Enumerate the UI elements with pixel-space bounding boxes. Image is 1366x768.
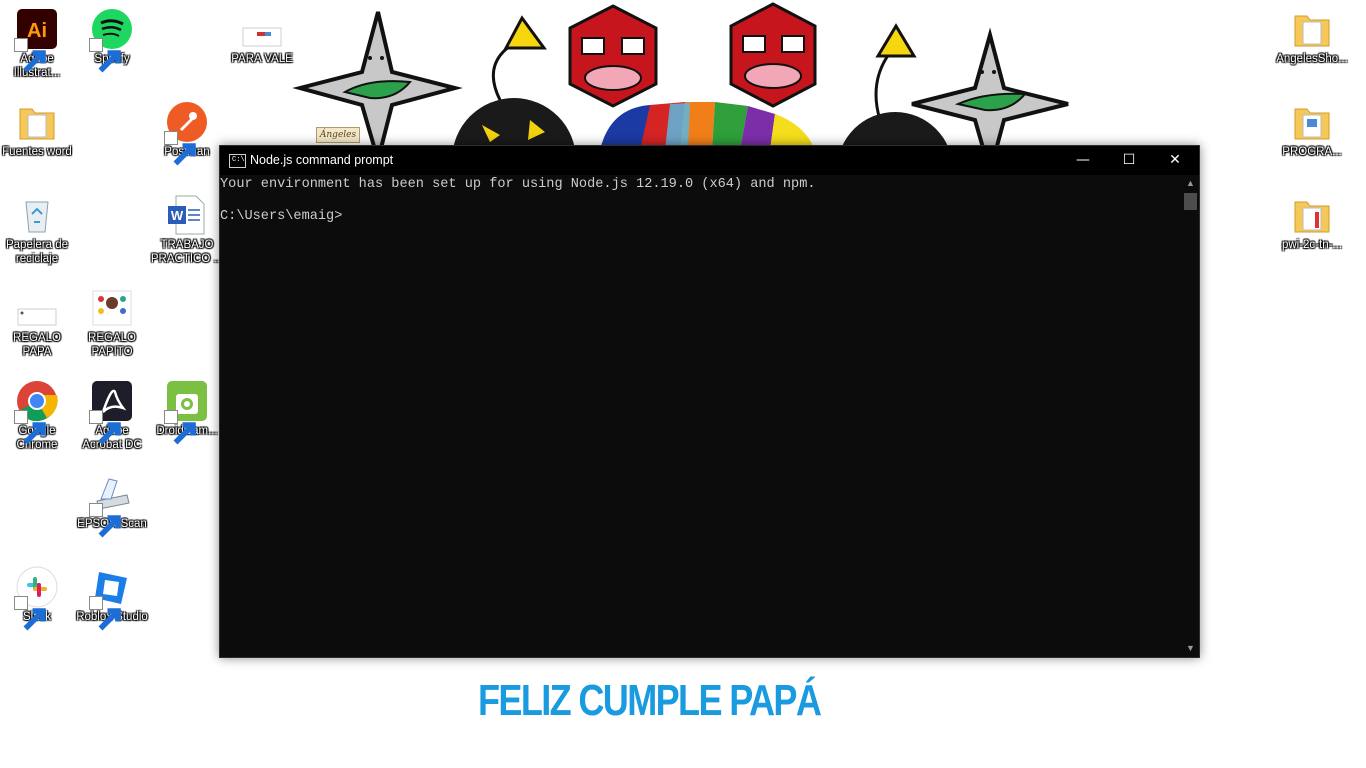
desktop-icon-recycle-bin[interactable]: Papelera de reciclaje [0, 188, 74, 266]
window-title: Node.js command prompt [250, 153, 394, 167]
recycle-bin-icon [25, 201, 49, 233]
desktop-icon-label: PROGRA... [1282, 146, 1342, 158]
console-output-line: Your environment has been set up for usi… [220, 177, 816, 192]
desktop-icon-para-vale[interactable]: PARA VALE [225, 2, 299, 66]
minimize-button[interactable]: — [1060, 146, 1106, 175]
folder-icon [19, 108, 55, 140]
desktop-icon-adobe-illustrator[interactable]: Ai Adobe Illustrat... [0, 2, 74, 80]
shortcut-arrow-icon [89, 410, 121, 445]
desktop-icon-label: REGALO PAPA [13, 332, 61, 358]
desktop-icon-label: Papelera de reciclaje [5, 239, 69, 265]
desktop-icon-label: AngelesSho... [1276, 53, 1348, 65]
desktop-icon-spotify[interactable]: Spotify [75, 2, 149, 73]
desktop-icon-epson-scan[interactable]: EPSON Scan [75, 467, 149, 538]
image-file-icon [242, 27, 282, 47]
desktop-icon-programacion[interactable]: PROGRA... [1275, 95, 1349, 159]
desktop-icon-label: REGALO PAPITO [88, 332, 136, 358]
vertical-scrollbar[interactable]: ▲ ▼ [1182, 175, 1199, 657]
desktop-icon-regalo-papito[interactable]: REGALO PAPITO [75, 281, 149, 359]
desktop-icon-slack[interactable]: Slack [0, 560, 74, 631]
birthday-greeting: FELIZ CUMPLE PAPÁ [478, 676, 822, 725]
desktop-icon-label: pwi-2c-tn-... [1281, 239, 1343, 251]
desktop-icon-label: Fuentes word [2, 146, 72, 158]
desktop-icon-fuentes-word[interactable]: Fuentes word [0, 95, 74, 159]
window-title-bar[interactable]: C:\ Node.js command prompt — ☐ ✕ [220, 146, 1199, 175]
image-file-icon [17, 308, 57, 326]
desktop-icon-angelesshop[interactable]: AngelesSho... [1275, 2, 1349, 66]
shortcut-arrow-icon [164, 410, 196, 445]
svg-text:W: W [171, 208, 184, 223]
console-icon: C:\ [229, 154, 246, 168]
scrollbar-thumb[interactable] [1184, 193, 1197, 210]
image-file-icon [92, 290, 132, 326]
nodejs-command-prompt-window[interactable]: C:\ Node.js command prompt — ☐ ✕ Your en… [219, 145, 1200, 658]
left-hex-face [568, 4, 658, 108]
shortcut-arrow-icon [89, 503, 121, 538]
desktop-icon-pwi[interactable]: pwi-2c-tn-... [1275, 188, 1349, 252]
word-document-icon: W [168, 195, 205, 235]
console-output[interactable]: Your environment has been set up for usi… [220, 175, 1180, 657]
scroll-up-arrow-icon[interactable]: ▲ [1182, 175, 1199, 192]
desktop-icon-roblox-studio[interactable]: Roblox Studio [75, 560, 149, 631]
desktop-icon-adobe-acrobat[interactable]: Adobe Acrobat DC [75, 374, 149, 452]
folder-icon [1294, 108, 1330, 140]
right-hex-face [729, 2, 817, 108]
desktop-icon-regalo-papa[interactable]: REGALO PAPA [0, 281, 74, 359]
maximize-button[interactable]: ☐ [1106, 146, 1152, 175]
shortcut-arrow-icon [14, 596, 46, 631]
folder-icon [1294, 15, 1330, 47]
shortcut-arrow-icon [164, 131, 196, 166]
scroll-down-arrow-icon[interactable]: ▼ [1182, 640, 1199, 657]
desktop-icon-google-chrome[interactable]: Google Chrome [0, 374, 74, 452]
folder-icon [1294, 201, 1330, 233]
console-prompt[interactable]: C:\Users\emaig> [220, 209, 342, 225]
shortcut-arrow-icon [89, 596, 121, 631]
signature-tag: Ángeles [316, 127, 360, 143]
shortcut-arrow-icon [89, 38, 121, 73]
close-button[interactable]: ✕ [1152, 146, 1198, 175]
desktop-icon-label: TRABAJO PRACTICO ... [150, 239, 224, 265]
rainbow-dome [600, 102, 815, 150]
desktop-icon-droidcam[interactable]: DroidCam... [150, 374, 224, 445]
shortcut-arrow-icon [14, 38, 46, 73]
desktop-icon-trabajo-practico[interactable]: W TRABAJO PRACTICO ... [150, 188, 224, 266]
desktop-icon-label: PARA VALE [231, 53, 293, 65]
shortcut-arrow-icon [14, 410, 46, 445]
desktop-icon-postman[interactable]: Postman [150, 95, 224, 166]
